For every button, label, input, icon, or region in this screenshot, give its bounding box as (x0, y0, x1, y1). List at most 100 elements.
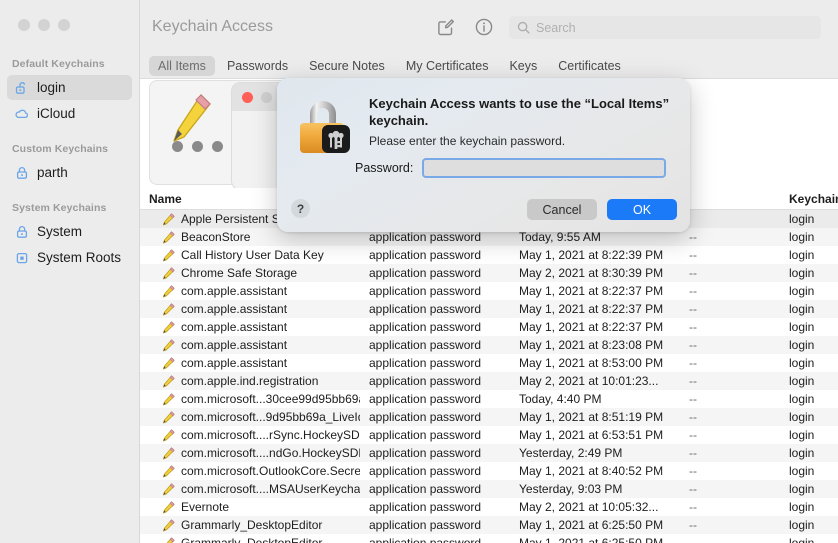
item-name-label: Grammarly_DesktopEditor (181, 518, 322, 532)
ok-button[interactable]: OK (607, 199, 677, 220)
table-row[interactable]: Chrome Safe Storageapplication passwordM… (140, 264, 838, 282)
table-row[interactable]: Evernoteapplication passwordMay 2, 2021 … (140, 498, 838, 516)
cell-date-modified: Today, 9:55 AM (510, 230, 680, 244)
sidebar-item-icloud[interactable]: iCloud (7, 101, 132, 126)
cell-name: com.microsoft....rSync.HockeySDK (140, 428, 360, 442)
cell-date-modified: May 1, 2021 at 6:25:50 PM (510, 536, 680, 543)
keychain-access-window: Default Keychains login iClou (0, 0, 838, 543)
dot (172, 141, 183, 152)
table-row[interactable]: com.apple.assistantapplication passwordM… (140, 354, 838, 372)
dialog-message: Please enter the keychain password. (369, 134, 565, 148)
tab-all-items[interactable]: All Items (149, 56, 215, 76)
table-row[interactable]: com.apple.ind.registrationapplication pa… (140, 372, 838, 390)
pencil-icon (162, 501, 175, 514)
table-body[interactable]: Apple Persistent SloginBeaconStoreapplic… (140, 210, 838, 543)
maximize-button[interactable] (58, 19, 70, 31)
column-header-keychain[interactable]: Keychain (780, 192, 838, 206)
cell-date-modified: Yesterday, 9:03 PM (510, 482, 680, 496)
minimize-button[interactable] (38, 19, 50, 31)
close-button[interactable] (18, 19, 30, 31)
sidebar-item-system[interactable]: System (7, 219, 132, 244)
cell-kind: application password (360, 410, 510, 424)
sidebar-item-label: System (37, 224, 82, 239)
table-row[interactable]: com.microsoft...9d95bb69a_LiveIdapplicat… (140, 408, 838, 426)
cancel-button[interactable]: Cancel (527, 199, 597, 220)
help-button[interactable]: ? (291, 199, 310, 218)
cell-name: com.apple.assistant (140, 302, 360, 316)
pencil-icon (162, 267, 175, 280)
search-field[interactable]: Search (509, 16, 821, 39)
cell-expires: -- (680, 266, 780, 280)
password-label: Password: (355, 161, 413, 175)
table-row[interactable]: Grammarly_DesktopEditor application passw… (140, 534, 838, 543)
table-row[interactable]: com.microsoft...30cee99d95bb69aapplicati… (140, 390, 838, 408)
close-icon[interactable] (242, 92, 253, 103)
pencil-icon (162, 519, 175, 532)
cell-keychain: login (780, 302, 838, 316)
item-name-label: com.apple.assistant (181, 284, 287, 298)
table-row[interactable]: com.apple.assistantapplication passwordM… (140, 336, 838, 354)
cell-date-modified: May 1, 2021 at 6:53:51 PM (510, 428, 680, 442)
cell-name: com.apple.assistant (140, 338, 360, 352)
pencil-icon (162, 249, 175, 262)
tab-my-certificates[interactable]: My Certificates (397, 56, 498, 76)
table-row[interactable]: com.apple.assistantapplication passwordM… (140, 300, 838, 318)
tab-secure-notes[interactable]: Secure Notes (300, 56, 394, 76)
sidebar-item-parth[interactable]: parth (7, 160, 132, 185)
table-row[interactable]: Call History User Data Keyapplication pa… (140, 246, 838, 264)
cell-name: com.apple.assistant (140, 356, 360, 370)
cell-keychain: login (780, 536, 838, 543)
info-circle-icon[interactable] (474, 17, 494, 37)
item-name-label: com.microsoft.OutlookCore.Secret (181, 464, 360, 478)
item-name-label: Apple Persistent S (181, 212, 280, 226)
sidebar-item-login[interactable]: login (7, 75, 132, 100)
cell-kind: application password (360, 428, 510, 442)
search-icon (517, 21, 530, 34)
table-row[interactable]: com.microsoft.OutlookCore.Secretapplicat… (140, 462, 838, 480)
cell-date-modified: May 1, 2021 at 6:25:50 PM (510, 518, 680, 532)
table-row[interactable]: com.microsoft....ndGo.HockeySDKapplicati… (140, 444, 838, 462)
cell-kind: application password (360, 464, 510, 478)
tab-keys[interactable]: Keys (500, 56, 546, 76)
cell-expires: -- (680, 392, 780, 406)
password-input[interactable] (422, 158, 666, 178)
keychain-padlock-icon (294, 95, 356, 159)
item-name-label: Grammarly_DesktopEditor (181, 536, 322, 543)
item-name-label: com.apple.assistant (181, 302, 287, 316)
cell-keychain: login (780, 266, 838, 280)
cell-keychain: login (780, 410, 838, 424)
cell-kind: application password (360, 536, 510, 543)
cell-date-modified: May 2, 2021 at 10:01:23... (510, 374, 680, 388)
sidebar-item-system-roots[interactable]: System Roots (7, 245, 132, 270)
table-row[interactable]: com.apple.assistantapplication passwordM… (140, 282, 838, 300)
sidebar-scroll[interactable]: Default Keychains login iClou (0, 52, 139, 543)
cell-expires: -- (680, 302, 780, 316)
minimize-icon[interactable] (261, 92, 272, 103)
sidebar-group-custom-title: Custom Keychains (0, 137, 139, 159)
cell-kind: application password (360, 284, 510, 298)
pencil-icon (162, 357, 175, 370)
table-row[interactable]: com.microsoft....rSync.HockeySDKapplicat… (140, 426, 838, 444)
cell-name: com.microsoft...9d95bb69a_LiveId (140, 410, 360, 424)
item-name-label: com.apple.ind.registration (181, 374, 318, 388)
tab-certificates[interactable]: Certificates (549, 56, 630, 76)
cell-keychain: login (780, 374, 838, 388)
pencil-icon (162, 483, 175, 496)
table-row[interactable]: Grammarly_DesktopEditor application passw… (140, 516, 838, 534)
cell-keychain: login (780, 464, 838, 478)
cell-kind: application password (360, 518, 510, 532)
cell-keychain: login (780, 320, 838, 334)
table-row[interactable]: com.apple.assistantapplication passwordM… (140, 318, 838, 336)
cell-expires: -- (680, 374, 780, 388)
item-name-label: com.apple.assistant (181, 356, 287, 370)
padlock-icon (14, 165, 30, 181)
sidebar-group-system-title: System Keychains (0, 196, 139, 218)
cell-name: Call History User Data Key (140, 248, 360, 262)
table-row[interactable]: com.microsoft....MSAUserKeychainapplicat… (140, 480, 838, 498)
pencil-icon (162, 537, 175, 543)
cell-expires: -- (680, 482, 780, 496)
tab-passwords[interactable]: Passwords (218, 56, 297, 76)
edit-square-pencil-icon[interactable] (436, 17, 456, 37)
cell-expires: -- (680, 284, 780, 298)
cell-expires: -- (680, 500, 780, 514)
